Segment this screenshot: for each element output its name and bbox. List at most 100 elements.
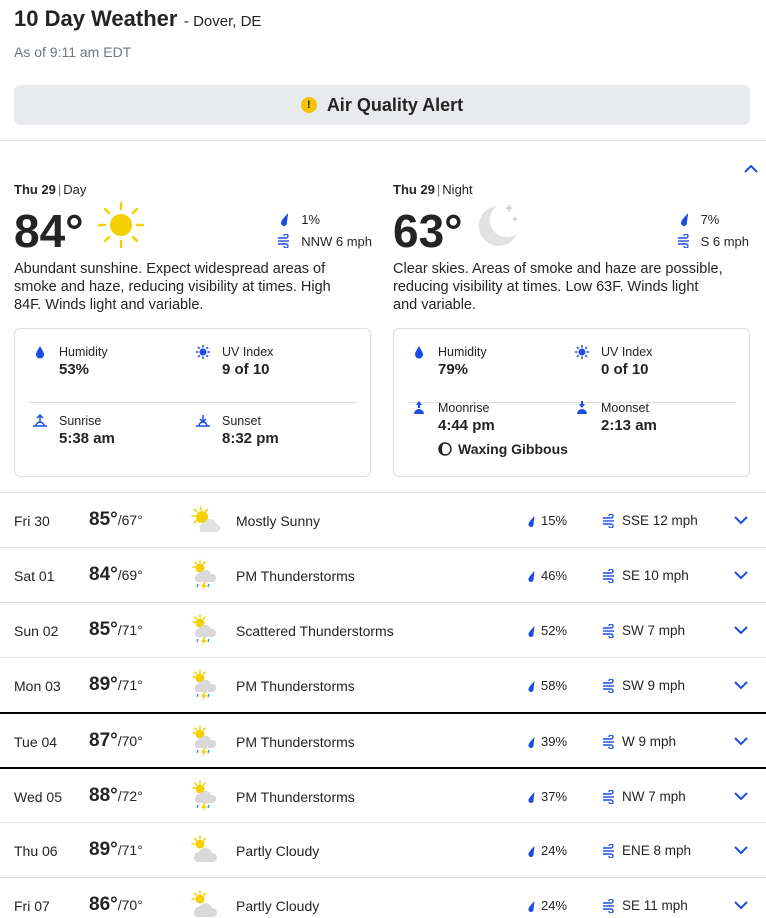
- forecast-row[interactable]: Sat 01 84°/69° PM Thunderstorms 46% SE 10 mp…: [0, 547, 766, 602]
- forecast-row[interactable]: Wed 05 88°/72° PM Thunderstorms 37% NW 7 mph: [0, 767, 766, 822]
- forecast-wind-value: SE 11 mph: [622, 898, 688, 913]
- day-uv-cell: UV Index 9 of 10: [196, 345, 274, 378]
- wind-icon: [603, 843, 614, 858]
- forecast-wind-value: SW 7 mph: [622, 623, 686, 638]
- day-period: Day: [63, 182, 87, 197]
- forecast-temps: 89°/71°: [89, 839, 143, 861]
- forecast-high: 88°: [89, 785, 118, 806]
- moonset-value: 2:13 am: [601, 417, 657, 434]
- waxing-gibbous-icon: [438, 442, 452, 456]
- forecast-row[interactable]: Mon 03 89°/71° PM Thunderstorms 58% SW 9 mph: [0, 657, 766, 712]
- forecast-wind-value: W 9 mph: [622, 734, 677, 749]
- forecast-wind: SW 7 mph: [602, 623, 685, 638]
- chevron-down-icon[interactable]: [732, 568, 750, 582]
- day-panel-label: Thu 29 | Day: [14, 182, 87, 197]
- moonrise-cell: Moonrise 4:44 pm: [414, 401, 495, 434]
- humidity-label: Humidity: [59, 345, 108, 359]
- forecast-temps: 86°/70°: [89, 894, 143, 916]
- wind-icon: [603, 898, 614, 913]
- forecast-condition: Partly Cloudy: [236, 898, 320, 914]
- thunderstorm-icon: [188, 668, 222, 702]
- moonset-icon: [577, 401, 587, 414]
- night-panel-label: Thu 29 | Night: [393, 182, 473, 197]
- sunrise-value: 5:38 am: [59, 430, 115, 447]
- forecast-precip-value: 52%: [541, 623, 568, 638]
- uv-label: UV Index: [601, 345, 653, 359]
- day-details-box: Humidity 53% UV Index 9 of 10 Sunrise 5:…: [14, 328, 371, 477]
- uv-label: UV Index: [222, 345, 274, 359]
- air-quality-alert-button[interactable]: ! Air Quality Alert: [14, 85, 750, 125]
- forecast-row[interactable]: Sun 02 85°/71° Scattered Thunderstorms 52% S…: [0, 602, 766, 657]
- chevron-down-icon[interactable]: [732, 898, 750, 912]
- forecast-low: /71°: [117, 677, 143, 693]
- humidity-value: 79%: [438, 361, 469, 378]
- forecast-condition: PM Thunderstorms: [236, 678, 355, 694]
- clear-night-moon-icon: [478, 204, 519, 246]
- forecast-precip-value: 15%: [541, 513, 568, 528]
- wind-icon: [603, 678, 614, 693]
- raindrop-icon: [528, 736, 535, 748]
- forecast-day: Sun 02: [14, 623, 59, 639]
- raindrop-icon: [528, 791, 535, 803]
- forecast-low: /69°: [117, 567, 143, 583]
- forecast-wind-value: SE 10 mph: [622, 568, 689, 583]
- chevron-down-icon[interactable]: [732, 789, 750, 803]
- forecast-high: 84°: [89, 564, 118, 585]
- forecast-precip: 39%: [525, 734, 567, 749]
- moonrise-value: 4:44 pm: [438, 417, 495, 434]
- thunderstorm-icon: [188, 558, 222, 592]
- humidity-drop-icon: [415, 346, 423, 359]
- raindrop-icon: [528, 625, 535, 637]
- raindrop-icon: [528, 570, 535, 582]
- forecast-high: 86°: [89, 894, 118, 915]
- wind-icon: [603, 568, 614, 583]
- forecast-temps: 85°/71°: [89, 619, 143, 641]
- forecast-day: Tue 04: [14, 734, 58, 750]
- sunset-value: 8:32 pm: [222, 430, 279, 447]
- chevron-down-icon[interactable]: [732, 513, 750, 527]
- forecast-wind: W 9 mph: [602, 734, 676, 749]
- forecast-high: 85°: [89, 509, 118, 530]
- forecast-precip-value: 39%: [541, 734, 568, 749]
- raindrop-icon: [680, 213, 688, 226]
- night-temperature: 63°: [393, 205, 463, 257]
- forecast-low: /71°: [117, 622, 143, 638]
- day-mini-stats: 1% NNW 6 mph: [277, 208, 372, 252]
- moonrise-label: Moonrise: [438, 401, 490, 415]
- forecast-row[interactable]: Fri 07 86°/70° Partly Cloudy 24% SE 11 mph: [0, 877, 766, 918]
- moon-phase-label: Waxing Gibbous: [458, 441, 568, 457]
- divider: [0, 140, 766, 141]
- forecast-row[interactable]: Fri 30 85°/67° Mostly Sunny 15% SSE 12 mph: [0, 492, 766, 547]
- moonrise-icon: [414, 401, 424, 414]
- wind-icon: [677, 234, 689, 248]
- exclamation-icon: !: [300, 97, 317, 113]
- chevron-down-icon[interactable]: [732, 678, 750, 692]
- night-wind: S 6 mph: [700, 233, 749, 249]
- page-header: 10 Day Weather - Dover, DE: [14, 6, 261, 32]
- chevron-down-icon[interactable]: [732, 623, 750, 637]
- today-day-panel: Thu 29 | Day 84° 1% NNW 6 mph Abundant sun…: [14, 182, 372, 477]
- forecast-day: Mon 03: [14, 678, 61, 694]
- chevron-up-icon[interactable]: [742, 162, 760, 176]
- forecast-temps: 87°/70°: [89, 730, 143, 752]
- partly-cloudy-icon: [188, 888, 222, 918]
- thunderstorm-icon: [188, 724, 222, 758]
- sunrise-label: Sunrise: [59, 414, 102, 428]
- raindrop-icon: [528, 515, 535, 527]
- chevron-down-icon[interactable]: [732, 843, 750, 857]
- forecast-row[interactable]: Thu 06 89°/71° Partly Cloudy 24% ENE 8 mph: [0, 822, 766, 877]
- sunset-icon: [196, 415, 210, 427]
- thunderstorm-icon: [188, 779, 222, 813]
- forecast-row[interactable]: Tue 04 87°/70° PM Thunderstorms 39% W 9 mph: [0, 712, 766, 767]
- uv-sun-icon: [196, 345, 210, 359]
- alert-label: Air Quality Alert: [326, 94, 464, 115]
- chevron-down-icon[interactable]: [732, 734, 750, 748]
- forecast-condition: PM Thunderstorms: [236, 789, 355, 805]
- partly-cloudy-icon: [188, 833, 222, 867]
- forecast-temps: 85°/67°: [89, 509, 143, 531]
- forecast-wind-value: ENE 8 mph: [622, 843, 692, 858]
- forecast-temps: 84°/69°: [89, 564, 143, 586]
- mostly-sunny-icon: [188, 503, 222, 537]
- forecast-low: /67°: [117, 512, 143, 528]
- forecast-day: Wed 05: [14, 789, 62, 805]
